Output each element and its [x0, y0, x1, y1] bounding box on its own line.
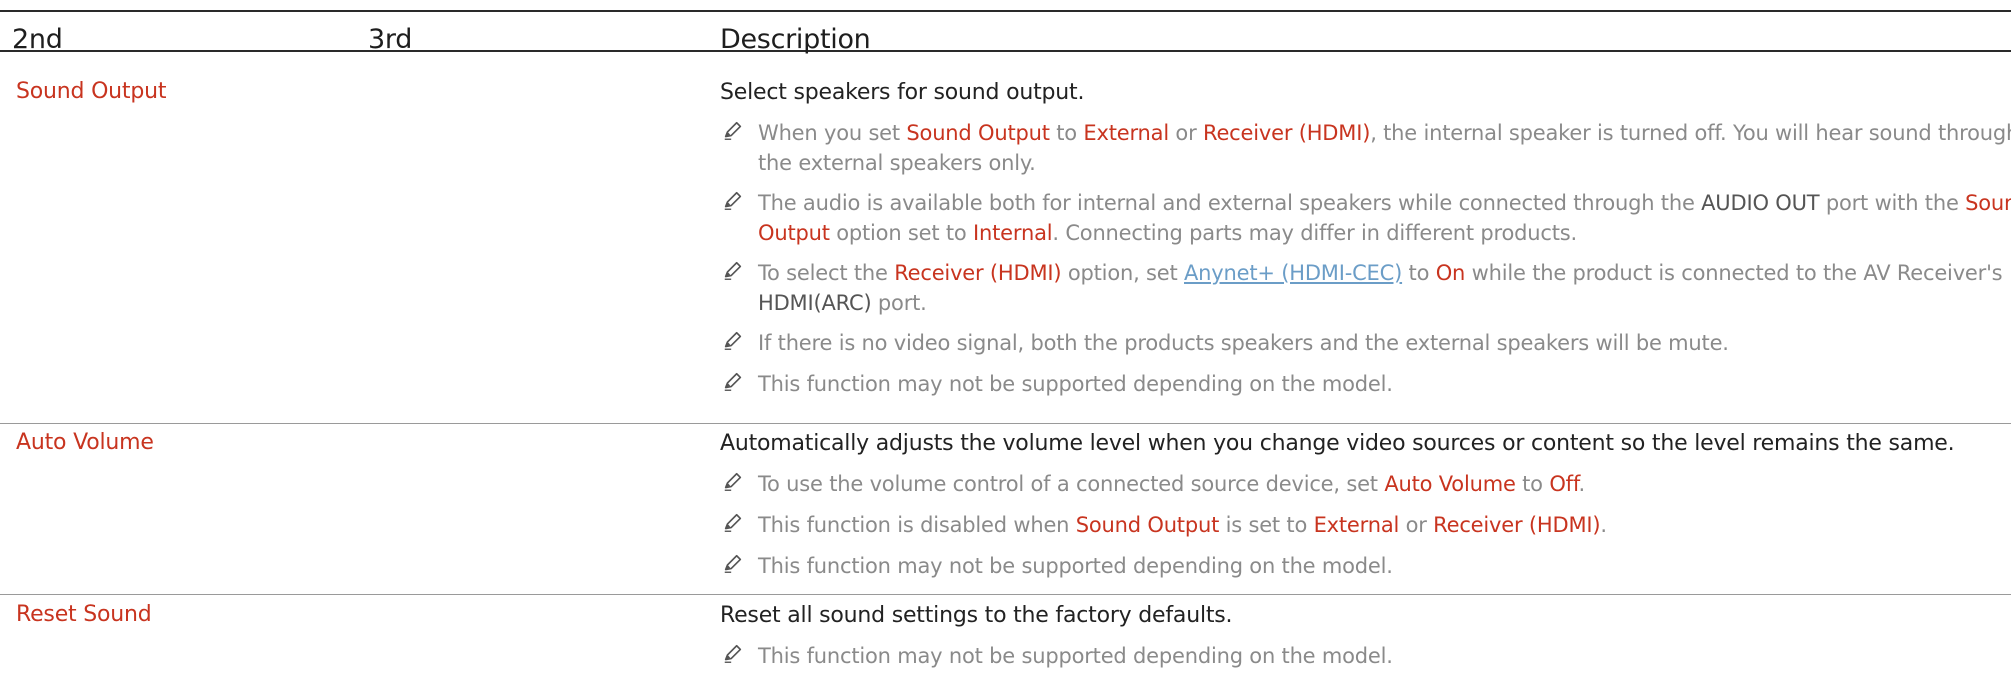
pencil-note-icon: [724, 513, 742, 532]
pencil-note-icon: [724, 372, 742, 391]
ref-external: External: [1083, 121, 1169, 145]
table-top-rule: [0, 10, 2011, 12]
note-item: This function may not be supported depen…: [720, 551, 2011, 581]
note-item: This function may not be supported depen…: [720, 369, 2011, 399]
note-item: This function may not be supported depen…: [720, 641, 2011, 671]
header-bottom-rule: [0, 50, 2011, 52]
row-description: Reset all sound settings to the factory …: [720, 603, 1233, 628]
pencil-note-icon: [724, 472, 742, 491]
pencil-note-icon: [724, 554, 742, 573]
note-item: When you set Sound Output to External or…: [720, 118, 2011, 178]
settings-table: 2nd 3rd Description Sound Output Select …: [0, 0, 2011, 681]
column-header-description: Description: [720, 24, 871, 55]
note-item: This function is disabled when Sound Out…: [720, 510, 2011, 540]
menu-item-sound-output[interactable]: Sound Output: [16, 79, 166, 104]
note-item: To use the volume control of a connected…: [720, 469, 2011, 499]
note-item: The audio is available both for internal…: [720, 188, 2011, 248]
note-item: If there is no video signal, both the pr…: [720, 328, 2011, 358]
row-divider: [0, 423, 2011, 424]
column-header-2nd: 2nd: [12, 24, 63, 55]
column-header-3rd: 3rd: [368, 24, 413, 55]
ref-receiver-hdmi: Receiver (HDMI): [1203, 121, 1371, 145]
row-description: Automatically adjusts the volume level w…: [720, 431, 1955, 456]
menu-item-reset-sound[interactable]: Reset Sound: [16, 602, 152, 627]
note-item: To select the Receiver (HDMI) option, se…: [720, 258, 2011, 318]
pencil-note-icon: [724, 261, 742, 280]
pencil-note-icon: [724, 331, 742, 350]
ref-sound-output: Sound Output: [906, 121, 1050, 145]
pencil-note-icon: [724, 644, 742, 663]
menu-item-auto-volume[interactable]: Auto Volume: [16, 430, 154, 455]
pencil-note-icon: [724, 121, 742, 140]
pencil-note-icon: [724, 191, 742, 210]
anynet-hdmi-cec-link[interactable]: Anynet+ (HDMI-CEC): [1184, 261, 1402, 285]
row-description: Select speakers for sound output.: [720, 80, 1085, 105]
row-divider: [0, 594, 2011, 595]
